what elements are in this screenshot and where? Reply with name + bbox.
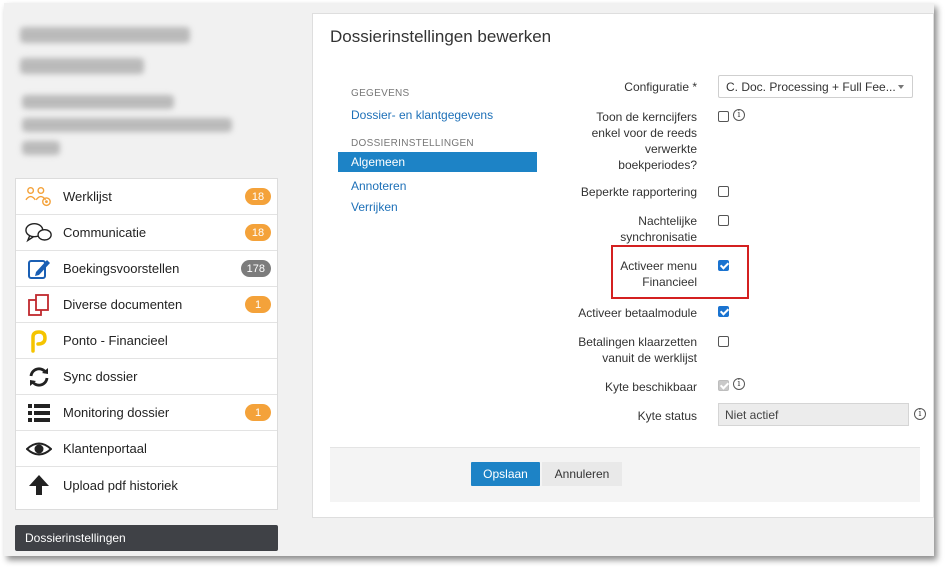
count-badge: 18 — [245, 224, 271, 241]
betalingen-checkbox[interactable] — [718, 336, 729, 347]
ponto-logo-icon — [25, 328, 53, 354]
list-icon — [25, 400, 53, 426]
financieel-checkbox[interactable] — [718, 260, 729, 271]
configuratie-select[interactable]: C. Doc. Processing + Full Fee... — [718, 75, 913, 98]
documents-icon — [25, 292, 53, 318]
nav-label: Klantenportaal — [63, 441, 147, 456]
client-address-line1 — [22, 95, 174, 109]
rapportering-checkbox[interactable] — [718, 186, 729, 197]
info-icon[interactable]: i — [914, 408, 926, 420]
chat-bubbles-icon — [25, 220, 53, 246]
app-frame: Werklijst 18 Communicatie 18 Boekingsvoo… — [4, 3, 934, 556]
edit-document-icon — [25, 256, 53, 282]
nav-item-monitoring-dossier[interactable]: Monitoring dossier 1 — [16, 395, 277, 431]
nav-label: Upload pdf historiek — [63, 477, 178, 493]
dossierinstellingen-button[interactable]: Dossierinstellingen — [15, 525, 278, 551]
nav-item-klantenportaal[interactable]: Klantenportaal — [16, 431, 277, 467]
section-header-gegevens: GEGEVENS — [351, 88, 410, 99]
count-badge: 1 — [245, 404, 271, 421]
nav-label: Sync dossier — [63, 369, 138, 384]
kerncijfers-checkbox[interactable] — [718, 111, 729, 122]
betalingen-label: Betalingen klaarzetten vanuit de werklij… — [578, 335, 697, 365]
kyte-status-label: Kyte status — [637, 409, 697, 423]
kyte-checkbox — [718, 380, 729, 391]
count-badge: 18 — [245, 188, 271, 205]
nav-label: Werklijst — [63, 189, 112, 204]
client-info-blurred — [4, 3, 304, 173]
info-icon[interactable]: i — [733, 109, 745, 121]
nav-label: Communicatie — [63, 225, 147, 240]
kerncijfers-label: Toon de kerncijfers enkel voor de reeds … — [591, 110, 697, 172]
client-address-line2 — [22, 118, 232, 132]
configuratie-label: Configuratie * — [624, 80, 697, 94]
arrow-up-icon — [25, 472, 53, 498]
link-dossier-klantgegevens[interactable]: Dossier- en klantgegevens — [351, 108, 493, 122]
cancel-button[interactable]: Annuleren — [542, 462, 622, 486]
betaalmodule-checkbox[interactable] — [718, 306, 729, 317]
count-badge: 178 — [240, 260, 271, 277]
nav-item-upload-pdf-historiek[interactable]: Upload pdf historiek — [16, 467, 277, 503]
nav-label: Diverse documenten — [63, 297, 183, 312]
financieel-label: Activeer menu Financieel — [620, 259, 697, 289]
count-badge: 1 — [245, 296, 271, 313]
nav-item-communicatie[interactable]: Communicatie 18 — [16, 215, 277, 251]
dossier-nav: Werklijst 18 Communicatie 18 Boekingsvoo… — [15, 178, 278, 510]
betaalmodule-label: Activeer betaalmodule — [578, 306, 697, 320]
page-title: Dossierinstellingen bewerken — [330, 27, 552, 46]
worklist-people-icon — [25, 184, 53, 210]
button-bar: Opslaan Annuleren — [330, 447, 920, 502]
info-icon[interactable]: i — [733, 378, 745, 390]
kyte-label: Kyte beschikbaar — [604, 380, 697, 394]
configuratie-value: C. Doc. Processing + Full Fee... — [726, 79, 896, 94]
nav-item-diverse-documenten[interactable]: Diverse documenten 1 — [16, 287, 277, 323]
synchronisatie-checkbox[interactable] — [718, 215, 729, 226]
client-name-line2 — [20, 58, 144, 74]
nav-label: Boekingsvoorstellen — [63, 261, 180, 276]
nav-label: Ponto - Financieel — [63, 333, 168, 348]
tab-annoteren[interactable]: Annoteren — [351, 179, 406, 193]
nav-item-boekingsvoorstellen[interactable]: Boekingsvoorstellen 178 — [16, 251, 277, 287]
settings-panel: Dossierinstellingen bewerken GEGEVENS Do… — [312, 13, 934, 518]
section-header-dossierinstellingen: DOSSIERINSTELLINGEN — [351, 138, 474, 149]
nav-item-sync-dossier[interactable]: Sync dossier — [16, 359, 277, 395]
nav-item-ponto-financieel[interactable]: Ponto - Financieel — [16, 323, 277, 359]
nav-label: Monitoring dossier — [63, 405, 170, 420]
client-address-line3 — [22, 141, 60, 155]
nav-item-werklijst[interactable]: Werklijst 18 — [16, 179, 277, 215]
client-name-line1 — [20, 27, 190, 43]
sync-icon — [25, 364, 53, 390]
synchronisatie-label: Nachtelijke synchronisatie — [620, 214, 697, 244]
kyte-status-field: Niet actief — [718, 403, 909, 426]
eye-icon — [25, 436, 53, 462]
tab-verrijken[interactable]: Verrijken — [351, 200, 398, 214]
tab-algemeen[interactable]: Algemeen — [338, 152, 537, 172]
chevron-down-icon — [898, 85, 904, 89]
save-button[interactable]: Opslaan — [471, 462, 540, 486]
rapportering-label: Beperkte rapportering — [580, 185, 697, 199]
